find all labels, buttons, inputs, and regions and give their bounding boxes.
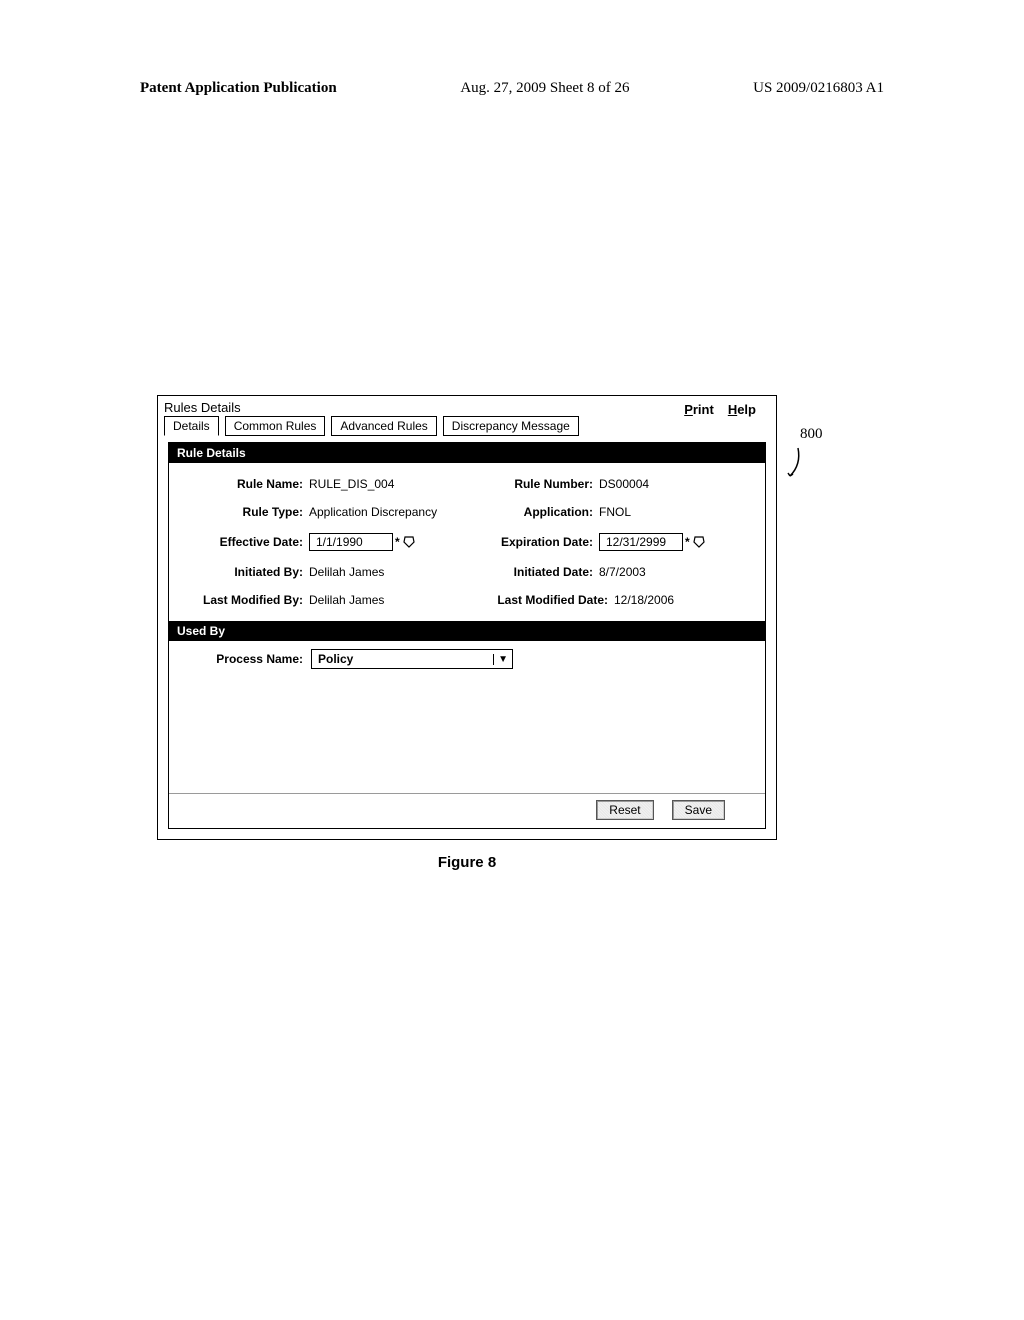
tab-details[interactable]: Details bbox=[164, 416, 219, 436]
value-last-modified-by: Delilah James bbox=[309, 593, 384, 607]
field-effective-date: Effective Date: 1/1/1990 * bbox=[183, 533, 461, 551]
label-effective-date: Effective Date: bbox=[183, 535, 303, 549]
field-rule-type: Rule Type: Application Discrepancy bbox=[183, 505, 461, 519]
print-link[interactable]: Print bbox=[684, 402, 714, 417]
expiration-date-input[interactable]: 12/31/2999 bbox=[599, 533, 683, 551]
value-initiated-date: 8/7/2003 bbox=[599, 565, 646, 579]
used-by-header: Used By bbox=[169, 621, 765, 641]
reset-button[interactable]: Reset bbox=[596, 800, 653, 820]
field-last-modified-by: Last Modified By: Delilah James bbox=[183, 593, 461, 607]
process-name-value: Policy bbox=[312, 650, 359, 668]
tab-advanced-rules[interactable]: Advanced Rules bbox=[331, 416, 436, 436]
rule-details-header: Rule Details bbox=[169, 443, 765, 463]
doc-header-center: Aug. 27, 2009 Sheet 8 of 26 bbox=[460, 80, 629, 97]
help-link[interactable]: Help bbox=[728, 402, 756, 417]
calendar-icon[interactable] bbox=[402, 535, 416, 549]
value-rule-name: RULE_DIS_004 bbox=[309, 477, 394, 491]
required-asterisk: * bbox=[395, 535, 400, 549]
value-rule-type: Application Discrepancy bbox=[309, 505, 437, 519]
label-rule-type: Rule Type: bbox=[183, 505, 303, 519]
doc-header-left: Patent Application Publication bbox=[140, 80, 337, 97]
field-initiated-date: Initiated Date: 8/7/2003 bbox=[473, 565, 751, 579]
field-initiated-by: Initiated By: Delilah James bbox=[183, 565, 461, 579]
doc-header-right: US 2009/0216803 A1 bbox=[753, 80, 884, 97]
label-rule-name: Rule Name: bbox=[183, 477, 303, 491]
figure-caption: Figure 8 bbox=[157, 854, 777, 871]
field-application: Application: FNOL bbox=[473, 505, 751, 519]
label-last-modified-date: Last Modified Date: bbox=[473, 593, 608, 607]
field-rule-name: Rule Name: RULE_DIS_004 bbox=[183, 477, 461, 491]
value-initiated-by: Delilah James bbox=[309, 565, 384, 579]
label-rule-number: Rule Number: bbox=[473, 477, 593, 491]
calendar-icon[interactable] bbox=[692, 535, 706, 549]
label-initiated-by: Initiated By: bbox=[183, 565, 303, 579]
effective-date-input[interactable]: 1/1/1990 bbox=[309, 533, 393, 551]
value-application: FNOL bbox=[599, 505, 631, 519]
reference-arrow-icon bbox=[786, 446, 804, 482]
reference-number-800: 800 bbox=[800, 426, 823, 443]
label-application: Application: bbox=[473, 505, 593, 519]
button-row: Reset Save bbox=[169, 793, 765, 828]
document-header: Patent Application Publication Aug. 27, … bbox=[0, 0, 1024, 107]
process-name-select[interactable]: Policy ▼ bbox=[311, 649, 513, 669]
field-expiration-date: Expiration Date: 12/31/2999 * bbox=[473, 533, 751, 551]
field-last-modified-date: Last Modified Date: 12/18/2006 bbox=[473, 593, 751, 607]
rules-details-window: Rules Details Print Help Details Common … bbox=[157, 395, 777, 840]
value-last-modified-date: 12/18/2006 bbox=[614, 593, 674, 607]
label-last-modified-by: Last Modified By: bbox=[183, 593, 303, 607]
label-process-name: Process Name: bbox=[183, 652, 303, 666]
tab-common-rules[interactable]: Common Rules bbox=[225, 416, 326, 436]
field-rule-number: Rule Number: DS00004 bbox=[473, 477, 751, 491]
chevron-down-icon: ▼ bbox=[493, 654, 512, 665]
save-button[interactable]: Save bbox=[672, 800, 725, 820]
required-asterisk: * bbox=[685, 535, 690, 549]
value-rule-number: DS00004 bbox=[599, 477, 649, 491]
label-initiated-date: Initiated Date: bbox=[473, 565, 593, 579]
tab-discrepancy-message[interactable]: Discrepancy Message bbox=[443, 416, 579, 436]
label-expiration-date: Expiration Date: bbox=[473, 535, 593, 549]
